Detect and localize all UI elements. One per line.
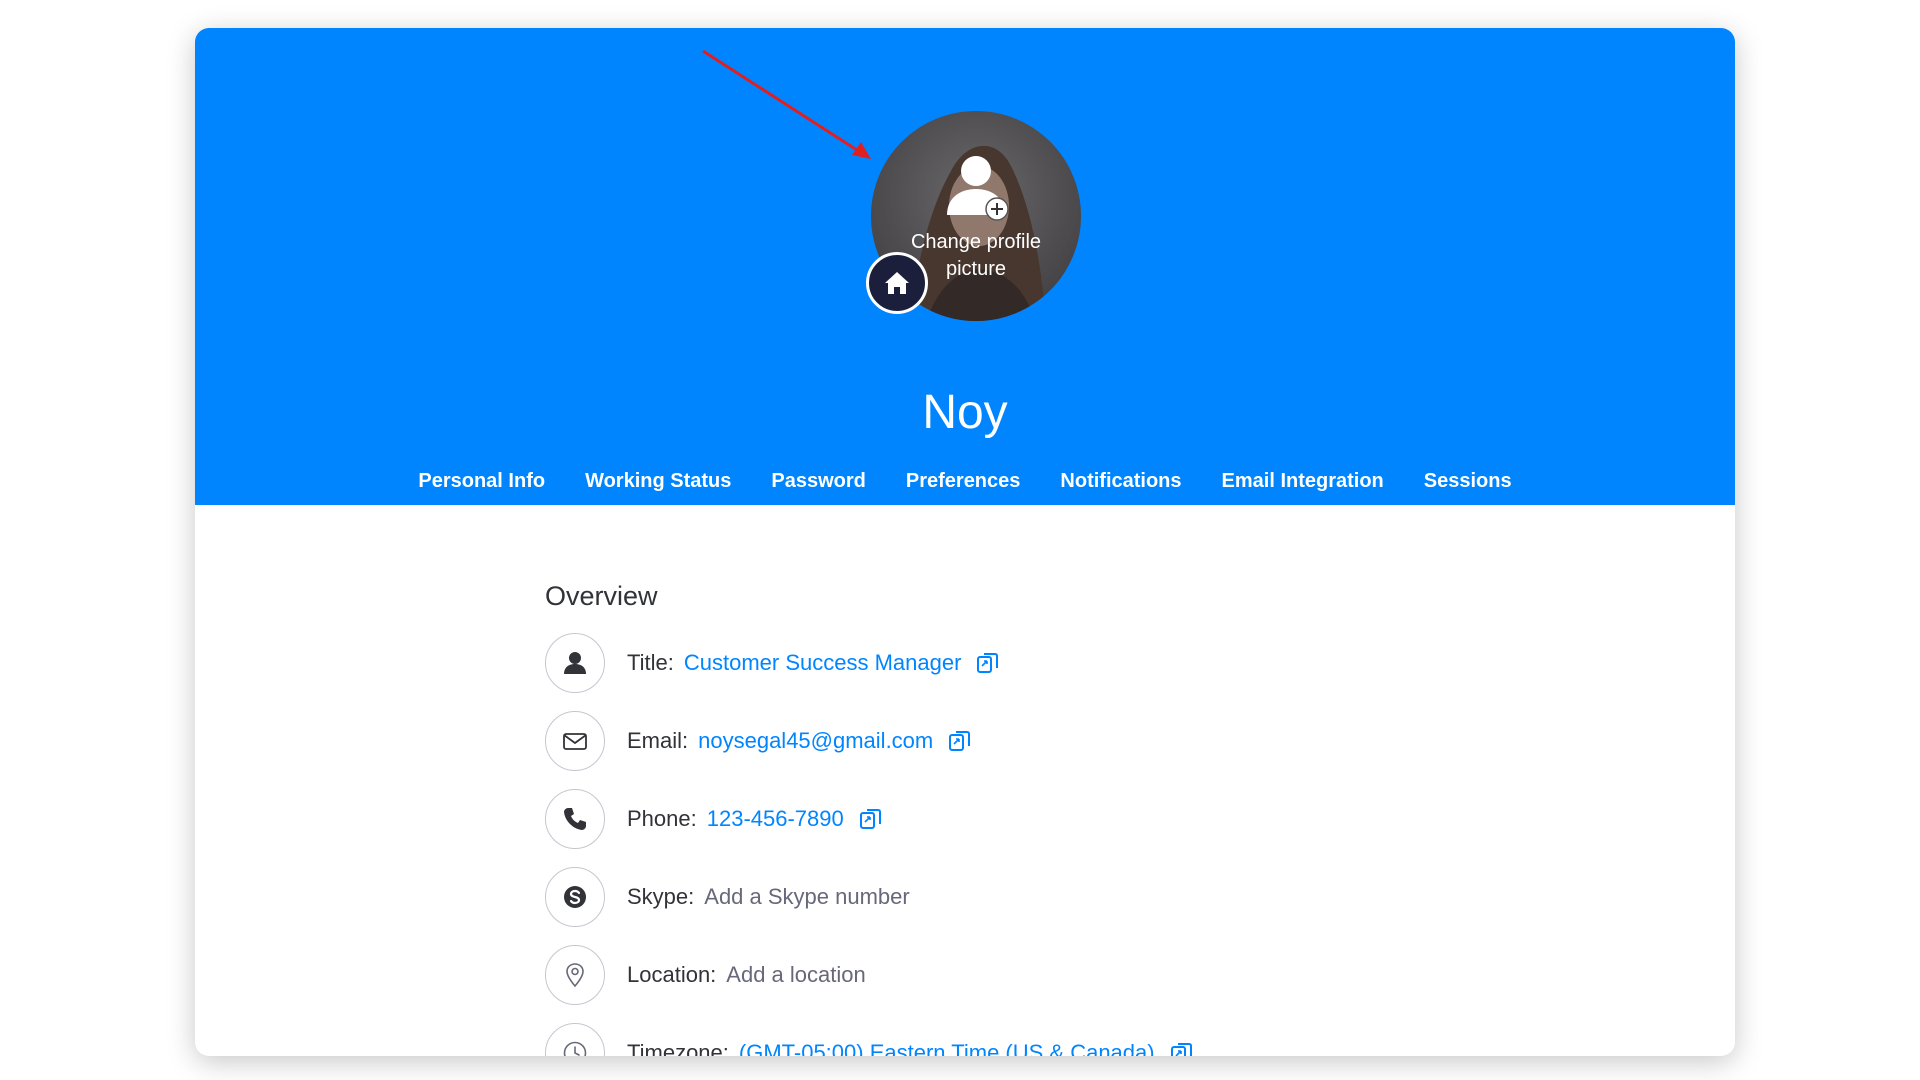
tab-notifications[interactable]: Notifications (1044, 468, 1197, 505)
title-label: Title: (627, 650, 674, 675)
overview-list: Title: Customer Success Manager Email: n… (545, 624, 1195, 1056)
personal-info-panel: Overview Title: Customer Success Manager… (195, 505, 1735, 1056)
copy-icon[interactable] (1169, 1040, 1195, 1056)
person-icon (545, 633, 605, 693)
tab-preferences[interactable]: Preferences (890, 468, 1037, 505)
profile-card: Change profile picture Noy Personal Info… (195, 28, 1735, 1056)
skype-icon (545, 867, 605, 927)
timezone-value[interactable]: (GMT-05:00) Eastern Time (US & Canada) (739, 1040, 1155, 1056)
skype-label: Skype: (627, 884, 695, 909)
email-label: Email: (627, 728, 689, 753)
phone-row: Phone: 123-456-7890 (545, 780, 1195, 858)
skype-row: Skype: Add a Skype number (545, 858, 1195, 936)
copy-icon[interactable] (858, 806, 884, 832)
user-name: Noy (922, 386, 1008, 439)
tab-personal-info[interactable]: Personal Info (402, 468, 561, 516)
tab-sessions[interactable]: Sessions (1408, 468, 1528, 505)
timezone-row: Timezone: (GMT-05:00) Eastern Time (US &… (545, 1014, 1195, 1056)
copy-icon[interactable] (947, 728, 973, 754)
title-row: Title: Customer Success Manager (545, 624, 1195, 702)
clock-icon (545, 1023, 605, 1056)
home-icon (866, 252, 928, 314)
email-icon (545, 711, 605, 771)
timezone-label: Timezone: (627, 1040, 729, 1056)
title-value[interactable]: Customer Success Manager (684, 650, 962, 676)
location-row: Location: Add a location (545, 936, 1195, 1014)
phone-label: Phone: (627, 806, 697, 831)
profile-tabs: Personal Info Working Status Password Pr… (195, 468, 1735, 516)
tab-email-integration[interactable]: Email Integration (1206, 468, 1400, 505)
location-icon (545, 945, 605, 1005)
tab-working-status[interactable]: Working Status (569, 468, 747, 505)
phone-icon (545, 789, 605, 849)
profile-header: Change profile picture Noy Personal Info… (195, 28, 1735, 516)
email-value[interactable]: noysegal45@gmail.com (698, 728, 933, 754)
phone-value[interactable]: 123-456-7890 (707, 806, 844, 832)
location-label: Location: (627, 962, 717, 987)
tab-password[interactable]: Password (755, 468, 881, 505)
change-photo-icon (943, 153, 1009, 221)
copy-icon[interactable] (975, 650, 1001, 676)
location-value[interactable]: Add a location (726, 962, 865, 988)
overview-title: Overview (545, 581, 658, 611)
email-row: Email: noysegal45@gmail.com (545, 702, 1195, 780)
skype-value[interactable]: Add a Skype number (704, 884, 909, 910)
